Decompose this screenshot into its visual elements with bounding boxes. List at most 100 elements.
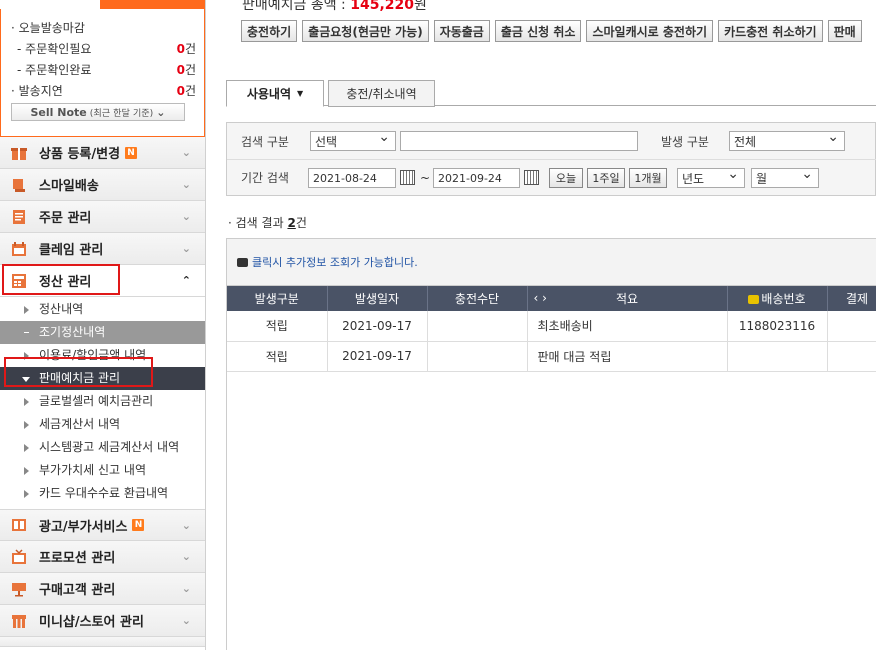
result-prefix: 검색 결과 — [235, 216, 284, 230]
history-table: 발생구분 발생일자 충전수단 ‹ › 적요 배송번호 결제 적립 2021-09-… — [227, 286, 876, 372]
delayed-row[interactable]: · 발송지연 0건 — [11, 82, 196, 103]
cancel-withdraw-button[interactable]: 출금 신청 취소 — [494, 20, 582, 42]
month-select[interactable]: 월 — [751, 166, 819, 188]
sub-item-label: 조기정산내역 — [39, 325, 106, 339]
menu-next-partial[interactable] — [0, 637, 205, 647]
table-row[interactable]: 적립 2021-09-17 최초배송비 1188023116 ( — [227, 311, 876, 342]
sub-item-vat-report[interactable]: 부가가치세 신고 내역 — [0, 459, 205, 482]
occur-type-select[interactable]: 전체 — [729, 129, 845, 151]
cancel-card-charge-button[interactable]: 카드충전 취소하기 — [718, 20, 823, 42]
sales-button[interactable]: 판매 — [827, 20, 862, 42]
sub-item-label: 카드 우대수수료 환급내역 — [39, 486, 169, 500]
charge-button[interactable]: 충전하기 — [241, 20, 298, 42]
tab-charge-cancel-history[interactable]: 충전/취소내역 — [328, 80, 435, 107]
col-header-date[interactable]: 발생일자 — [327, 286, 428, 311]
col-header-method[interactable]: 충전수단 — [427, 286, 528, 311]
date-to-input[interactable]: 2021-09-24 — [433, 168, 520, 188]
info-speech-icon — [237, 257, 248, 267]
caret-down-icon: ▼ — [297, 89, 304, 98]
column-nav-icon[interactable]: ‹ › — [534, 291, 547, 305]
col-header-description[interactable]: ‹ › 적요 — [527, 286, 728, 311]
today-button[interactable]: 오늘 — [549, 168, 583, 188]
product-icon — [10, 144, 28, 162]
sell-note-button[interactable]: Sell Note (최근 한달 기준) ⌄ — [11, 103, 185, 121]
unit-label: 건 — [184, 42, 196, 56]
balance-label: 판매예치금 총액 : — [242, 0, 346, 13]
new-badge: N — [125, 146, 138, 159]
chevron-down-icon: ⌄ — [181, 210, 191, 223]
col-header-payment[interactable]: 결제 — [827, 286, 876, 311]
select-value: 년도 — [682, 171, 705, 186]
sub-item-tax-invoice[interactable]: 세금계산서 내역 — [0, 413, 205, 436]
occur-type-label: 발생 구분 — [661, 134, 709, 149]
cell-delivery-no[interactable]: 1188023116 — [727, 311, 828, 342]
tab-label: 충전/취소내역 — [346, 87, 417, 101]
sub-item-card-fee-refund[interactable]: 카드 우대수수료 환급내역 — [0, 482, 205, 505]
col-header-type[interactable]: 발생구분 — [227, 286, 328, 311]
menu-order[interactable]: 주문 관리 ⌄ — [0, 201, 205, 233]
new-badge: N — [132, 519, 145, 531]
menu-customer[interactable]: 구매고객 관리 ⌄ — [0, 573, 205, 605]
cell-method — [427, 341, 528, 372]
delayed-count[interactable]: 0 — [177, 84, 185, 98]
customer-icon — [10, 580, 28, 598]
one-month-button[interactable]: 1개월 — [629, 168, 667, 188]
highlight-sales-deposit-item — [4, 357, 153, 387]
cell-delivery-no[interactable] — [727, 341, 828, 372]
delayed-label: 발송지연 — [18, 84, 63, 98]
search-type-select[interactable]: 선택 — [310, 129, 396, 151]
chevron-down-icon: ⌄ — [181, 550, 191, 563]
sub-item-label: 부가가치세 신고 내역 — [39, 463, 146, 477]
tab-bar: 사용내역 ▼ 충전/취소내역 — [226, 80, 876, 107]
menu-label: 구매고객 관리 — [39, 583, 116, 598]
menu-label: 스마일배송 — [39, 179, 99, 194]
smile-cash-charge-button[interactable]: 스마일캐시로 충전하기 — [586, 20, 714, 42]
search-keyword-input[interactable] — [400, 131, 638, 151]
year-select[interactable]: 년도 — [677, 166, 745, 188]
search-panel: 검색 구분 선택 발생 구분 전체 기간 검색 2021-08-24 ~ 202… — [226, 122, 876, 196]
order-check-done-count[interactable]: 0 — [177, 63, 185, 77]
chevron-up-icon: ⌃ — [181, 274, 191, 287]
sell-note-sub: (최근 한달 기준) — [89, 108, 154, 119]
cell-date: 2021-09-17 — [327, 311, 428, 342]
main-content: 판매예치금 총액 : 145,220원 충전하기 출금요청(현금만 가능) 자동… — [206, 0, 876, 650]
menu-ad[interactable]: 광고/부가서비스 N ⌄ — [0, 509, 205, 541]
col-header-label: 배송번호 — [761, 292, 806, 306]
period-label: 기간 검색 — [241, 171, 289, 185]
calendar-icon[interactable] — [400, 170, 415, 185]
chevron-down-icon: ⌄ — [181, 146, 191, 159]
cell-type: 적립 — [227, 341, 328, 372]
chevron-down-icon: ⌄ — [181, 614, 191, 627]
menu-promotion[interactable]: 프로모션 관리 ⌄ — [0, 541, 205, 573]
order-check-done-row[interactable]: - 주문확인완료 0건 — [11, 61, 196, 82]
menu-store[interactable]: 미니샵/스토어 관리 ⌄ — [0, 605, 205, 637]
auto-withdraw-button[interactable]: 자동출금 — [433, 20, 490, 42]
select-value: 선택 — [315, 134, 338, 149]
sub-item-global-seller-deposit[interactable]: 글로벌셀러 예치금관리 — [0, 390, 205, 413]
one-week-button[interactable]: 1주일 — [587, 168, 625, 188]
today-deadline-label: 오늘발송마감 — [18, 21, 85, 35]
calendar-icon[interactable] — [524, 170, 539, 185]
withdraw-request-button[interactable]: 출금요청(현금만 가능) — [302, 20, 429, 42]
chevron-down-icon: ⌄ — [156, 105, 166, 119]
sell-note-label: Sell Note — [30, 105, 87, 119]
menu-product[interactable]: 상품 등록/변경 N ⌄ — [0, 137, 205, 169]
table-row[interactable]: 적립 2021-09-17 판매 대금 적립 — [227, 341, 876, 372]
date-separator: ~ — [420, 171, 431, 185]
cell-payment: ( — [827, 311, 876, 342]
menu-smile-delivery[interactable]: 스마일배송 ⌄ — [0, 169, 205, 201]
order-check-needed-row[interactable]: - 주문확인필요 0건 — [11, 40, 196, 61]
order-check-needed-count[interactable]: 0 — [177, 42, 185, 56]
col-header-delivery-no[interactable]: 배송번호 — [727, 286, 828, 311]
today-deadline-row: · 오늘발송마감 — [11, 21, 85, 35]
chevron-down-icon: ⌄ — [181, 242, 191, 255]
tab-usage-history[interactable]: 사용내역 ▼ — [226, 80, 324, 107]
date-from-input[interactable]: 2021-08-24 — [308, 168, 396, 188]
sub-item-system-ad-tax-invoice[interactable]: 시스템광고 세금계산서 내역 — [0, 436, 205, 459]
result-count: 2 — [287, 216, 296, 230]
menu-claim[interactable]: 클레임 관리 ⌄ — [0, 233, 205, 265]
sub-item-early-settlement[interactable]: 조기정산내역 — [0, 321, 205, 344]
cell-payment — [827, 341, 876, 372]
balance-unit: 원 — [414, 0, 427, 13]
sub-item-settlement-history[interactable]: 정산내역 — [0, 298, 205, 321]
